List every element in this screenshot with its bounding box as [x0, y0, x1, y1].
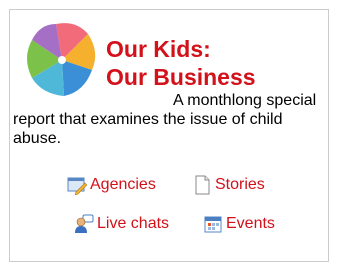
- agencies-link[interactable]: Agencies: [67, 175, 156, 195]
- agencies-icon: [67, 177, 87, 195]
- widget-title[interactable]: Our Kids: Our Business: [106, 35, 256, 91]
- events-label[interactable]: Events: [226, 214, 275, 234]
- document-icon: [195, 175, 210, 195]
- calendar-icon: [204, 216, 222, 233]
- live-chats-label[interactable]: Live chats: [97, 214, 169, 234]
- title-line-2[interactable]: Our Business: [106, 63, 256, 91]
- widget-description: A monthlong special report that examines…: [13, 92, 317, 147]
- stories-link[interactable]: Stories: [192, 175, 265, 195]
- live-chats-link[interactable]: Live chats: [74, 214, 169, 234]
- our-kids-widget: Our Kids: Our Business A monthlong speci…: [9, 9, 329, 262]
- agencies-label[interactable]: Agencies: [90, 175, 156, 195]
- title-line-1[interactable]: Our Kids:: [106, 35, 256, 63]
- events-link[interactable]: Events: [203, 214, 275, 234]
- stories-label[interactable]: Stories: [215, 175, 265, 195]
- pinwheel-icon: [27, 23, 96, 96]
- chat-users-icon: [75, 214, 94, 233]
